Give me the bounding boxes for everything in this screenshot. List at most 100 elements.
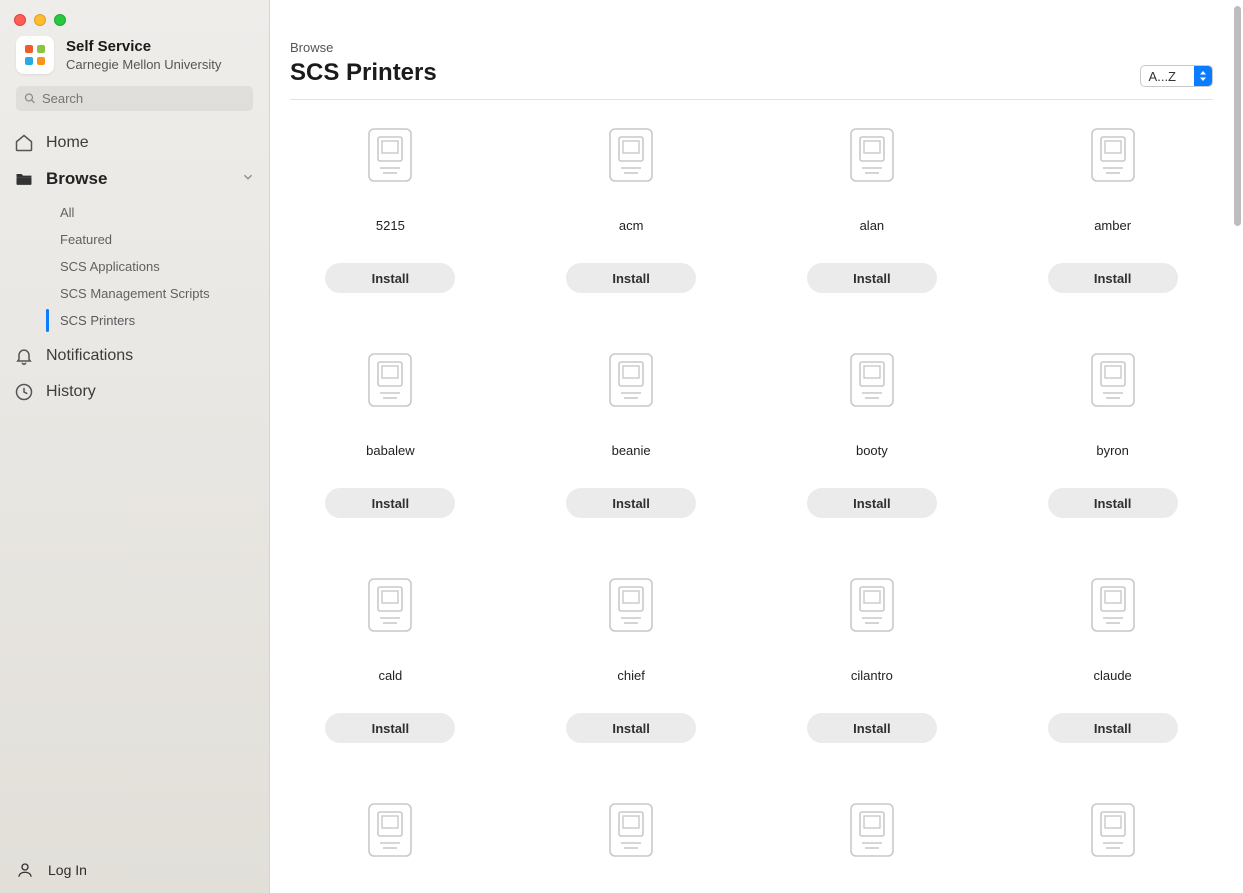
- printer-icon: [609, 578, 653, 632]
- browse-category-item[interactable]: SCS Applications: [0, 253, 269, 280]
- install-button[interactable]: Install: [807, 488, 937, 518]
- install-button[interactable]: Install: [1048, 263, 1178, 293]
- printer-card: booty Install: [772, 353, 973, 518]
- maximize-window-button[interactable]: [54, 14, 66, 26]
- printer-card: Install: [1012, 803, 1213, 893]
- printer-icon: [1091, 803, 1135, 857]
- sidebar-nav: Home Browse AllFeaturedSCS ApplicationsS…: [0, 121, 269, 414]
- printer-name: chief: [617, 668, 644, 683]
- bell-icon: [14, 346, 34, 366]
- breadcrumb: Browse: [290, 40, 1213, 55]
- sidebar-footer: Log In: [0, 847, 269, 893]
- sidebar-item-label: Notifications: [46, 347, 133, 365]
- install-button[interactable]: Install: [807, 713, 937, 743]
- main-content: Browse SCS Printers A...Z 5215Ins: [270, 0, 1243, 893]
- printer-card: claude Install: [1012, 578, 1213, 743]
- printer-card: acm Install: [531, 128, 732, 293]
- browse-category-item[interactable]: SCS Printers: [0, 307, 269, 334]
- sort-selected-label: A...Z: [1141, 69, 1194, 84]
- printer-icon: [1091, 578, 1135, 632]
- minimize-window-button[interactable]: [34, 14, 46, 26]
- user-icon: [16, 861, 34, 879]
- install-button[interactable]: Install: [1048, 488, 1178, 518]
- sidebar-header: Self Service Carnegie Mellon University: [0, 26, 269, 86]
- install-button[interactable]: Install: [325, 263, 455, 293]
- printer-name: 5215: [376, 218, 405, 233]
- printer-name: byron: [1096, 443, 1129, 458]
- printer-icon: [368, 353, 412, 407]
- page-title: SCS Printers: [290, 59, 437, 87]
- sidebar-item-label: Browse: [46, 169, 107, 189]
- sidebar-item-browse[interactable]: Browse: [0, 161, 269, 197]
- browse-categories: AllFeaturedSCS ApplicationsSCS Managemen…: [0, 197, 269, 338]
- browse-category-item[interactable]: SCS Management Scripts: [0, 280, 269, 307]
- printer-card: 5215 Install: [290, 128, 491, 293]
- printer-icon: [609, 803, 653, 857]
- printer-icon: [368, 803, 412, 857]
- install-button[interactable]: Install: [566, 263, 696, 293]
- printer-card: cilantro Install: [772, 578, 973, 743]
- printer-card: amber Install: [1012, 128, 1213, 293]
- search-field[interactable]: [42, 91, 245, 106]
- sidebar: Self Service Carnegie Mellon University …: [0, 0, 270, 893]
- search-input[interactable]: [16, 86, 253, 111]
- printer-icon: [609, 128, 653, 182]
- app-icon: [16, 36, 54, 74]
- page-header: SCS Printers A...Z: [290, 59, 1213, 100]
- printer-card: byron Install: [1012, 353, 1213, 518]
- printer-icon: [1091, 353, 1135, 407]
- chevron-down-icon: [241, 169, 255, 189]
- sidebar-item-notifications[interactable]: Notifications: [0, 338, 269, 374]
- scrollbar-thumb[interactable]: [1234, 6, 1241, 226]
- sort-select[interactable]: A...Z: [1140, 65, 1213, 87]
- app-subtitle: Carnegie Mellon University: [66, 57, 221, 72]
- printer-card: babalew Install: [290, 353, 491, 518]
- printer-name: babalew: [366, 443, 414, 458]
- printer-icon: [850, 353, 894, 407]
- install-button[interactable]: Install: [566, 488, 696, 518]
- window-controls: [0, 0, 269, 26]
- close-window-button[interactable]: [14, 14, 26, 26]
- install-button[interactable]: Install: [325, 488, 455, 518]
- app-title: Self Service: [66, 38, 221, 55]
- folder-icon: [14, 169, 34, 189]
- browse-category-item[interactable]: All: [0, 199, 269, 226]
- printer-icon: [368, 128, 412, 182]
- printer-card: alan Install: [772, 128, 973, 293]
- printer-icon: [850, 803, 894, 857]
- printer-name: cald: [378, 668, 402, 683]
- printer-icon: [850, 128, 894, 182]
- search-icon: [24, 92, 36, 105]
- printer-icon: [368, 578, 412, 632]
- sidebar-item-label: Home: [46, 134, 89, 152]
- sidebar-item-history[interactable]: History: [0, 374, 269, 410]
- printer-name: acm: [619, 218, 644, 233]
- printer-card: beanieInstall: [531, 353, 732, 518]
- sort-dropdown-button[interactable]: [1194, 66, 1212, 86]
- install-button[interactable]: Install: [325, 713, 455, 743]
- browse-category-item[interactable]: Featured: [0, 226, 269, 253]
- sidebar-item-label: History: [46, 383, 96, 401]
- printer-icon: [1091, 128, 1135, 182]
- updown-icon: [1198, 70, 1208, 82]
- printer-card: chief Install: [531, 578, 732, 743]
- printer-card: Install: [772, 803, 973, 893]
- printer-name: alan: [860, 218, 885, 233]
- printer-name: booty: [856, 443, 888, 458]
- printer-name: cilantro: [851, 668, 893, 683]
- sidebar-item-home[interactable]: Home: [0, 125, 269, 161]
- printer-name: amber: [1094, 218, 1131, 233]
- printer-grid: 5215 Install acm Install alan Install amber…: [290, 128, 1213, 893]
- install-button[interactable]: Install: [1048, 713, 1178, 743]
- history-icon: [14, 382, 34, 402]
- printer-name: claude: [1093, 668, 1131, 683]
- printer-card: Install: [290, 803, 491, 893]
- printer-icon: [850, 578, 894, 632]
- install-button[interactable]: Install: [807, 263, 937, 293]
- install-button[interactable]: Install: [566, 713, 696, 743]
- printer-icon: [609, 353, 653, 407]
- printer-card: cald Install: [290, 578, 491, 743]
- login-button[interactable]: Log In: [48, 862, 87, 878]
- printer-card: Install: [531, 803, 732, 893]
- home-icon: [14, 133, 34, 153]
